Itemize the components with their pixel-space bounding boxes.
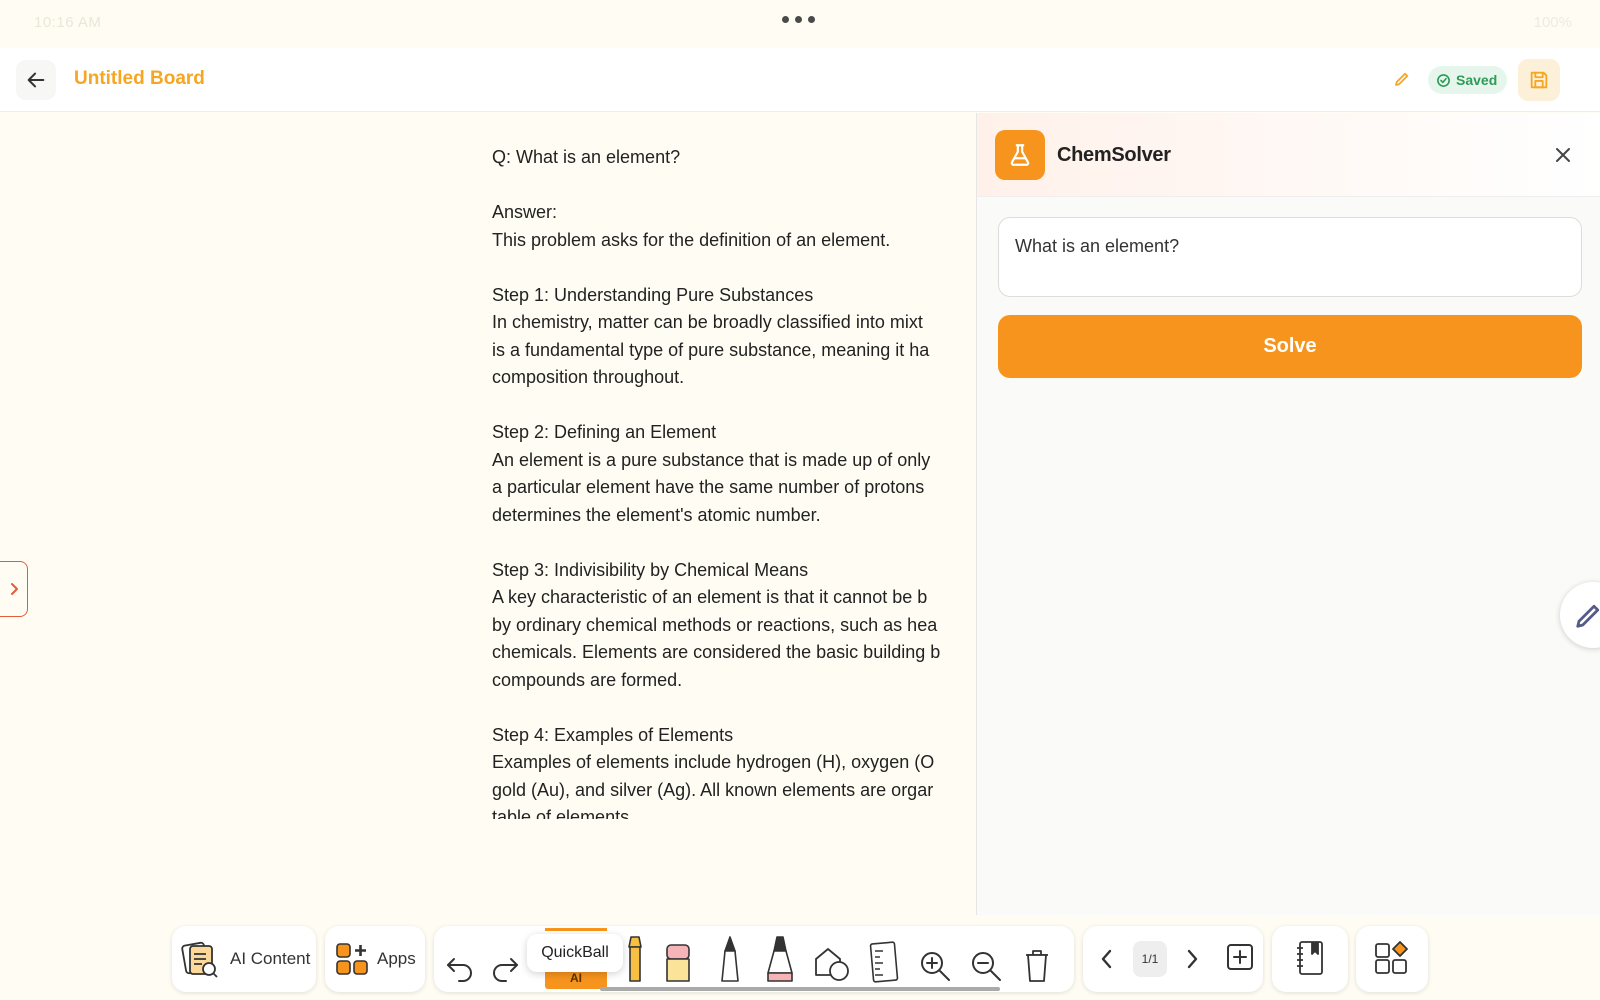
- pen-tool-icon: [721, 936, 739, 982]
- zoom-in-icon: [921, 952, 950, 981]
- answer-line: compounds are formed.: [492, 669, 683, 690]
- pen-icon: [1576, 604, 1600, 628]
- delete-button[interactable]: [1017, 939, 1057, 983]
- back-button[interactable]: [16, 60, 56, 100]
- answer-line: [492, 254, 976, 282]
- ruler-icon: [869, 941, 899, 983]
- answer-line: a particular element have the same numbe…: [492, 477, 925, 497]
- answer-line: [492, 392, 976, 420]
- answer-line: Step 2: Defining an Element: [492, 422, 717, 442]
- toolbar-scrollbar[interactable]: [600, 987, 1000, 991]
- answer-line: Q: What is an element?: [492, 147, 681, 167]
- zoom-out-button[interactable]: [966, 939, 1006, 983]
- panel-header: ChemSolver: [977, 113, 1600, 197]
- answer-line: A key characteristic of an element is th…: [492, 587, 928, 607]
- rename-pencil-icon[interactable]: [1393, 70, 1411, 88]
- trash-icon: [1026, 950, 1048, 982]
- apps-label: Apps: [377, 949, 416, 968]
- chevron-left-icon: [1101, 949, 1112, 969]
- marker-tool[interactable]: [760, 936, 800, 983]
- zoom-in-button[interactable]: [915, 939, 955, 983]
- answer-line: by ordinary chemical methods or reaction…: [492, 614, 938, 635]
- quickball-tooltip: QuickBall: [527, 934, 623, 972]
- undo-icon: [447, 958, 472, 982]
- answer-line: Answer:: [492, 202, 558, 222]
- floppy-disk-icon: [1530, 71, 1548, 89]
- ai-content-button[interactable]: AI Content: [172, 926, 316, 992]
- marker-icon: [767, 936, 793, 982]
- ruler-tool[interactable]: [864, 939, 904, 983]
- status-bar: 10:16 AM 100%: [0, 0, 1600, 48]
- flask-icon: [995, 130, 1045, 180]
- save-button[interactable]: [1518, 59, 1560, 101]
- answer-line: Step 3: Indivisibility by Chemical Means: [492, 559, 809, 580]
- pen-tool[interactable]: [710, 936, 750, 983]
- answer-line: determines the element's atomic number.: [492, 504, 821, 525]
- chemsolver-panel: ChemSolver What is an element? Solve: [976, 113, 1600, 915]
- answer-line: is a fundamental type of pure substance,…: [492, 339, 930, 360]
- previous-page-button[interactable]: [1087, 941, 1127, 977]
- widgets-button[interactable]: [1372, 936, 1412, 980]
- close-icon: [1556, 148, 1570, 162]
- saved-status-badge: Saved: [1428, 66, 1508, 94]
- more-dots-icon[interactable]: [782, 16, 815, 23]
- panel-title: ChemSolver: [1057, 144, 1171, 166]
- answer-line: This problem asks for the definition of …: [492, 229, 891, 250]
- add-page-icon: [1227, 944, 1253, 970]
- apps-grid-icon: [336, 943, 368, 975]
- notebook-icon: [1297, 941, 1323, 975]
- apps-button[interactable]: Apps: [325, 926, 425, 992]
- answer-line: Examples of elements include hydrogen (H…: [492, 752, 935, 772]
- close-panel-button[interactable]: [1551, 143, 1575, 167]
- arrow-left-icon: [27, 72, 45, 88]
- answer-line: table of elements: [492, 807, 630, 819]
- next-page-button[interactable]: [1172, 941, 1212, 977]
- question-input[interactable]: What is an element?: [998, 217, 1582, 297]
- ai-tab-indicator: [545, 928, 607, 931]
- answer-line: gold (Au), and silver (Ag). All known el…: [492, 779, 934, 800]
- chevron-right-icon: [10, 583, 18, 595]
- board-header: Untitled Board Saved: [0, 48, 1600, 112]
- answer-line: Step 4: Examples of Elements: [492, 724, 734, 745]
- answer-line: In chemistry, matter can be broadly clas…: [492, 312, 923, 332]
- board-title[interactable]: Untitled Board: [74, 68, 205, 90]
- answer-line: Step 1: Understanding Pure Substances: [492, 284, 814, 305]
- redo-icon: [493, 958, 518, 982]
- expand-sidebar-button[interactable]: [0, 561, 28, 617]
- shapes-icon: [815, 948, 849, 981]
- widgets-icon: [1375, 941, 1408, 974]
- answer-line: composition throughout.: [492, 367, 685, 387]
- redo-button[interactable]: [485, 939, 525, 983]
- whiteboard-canvas[interactable]: Q: What is an element? Answer: This proble…: [0, 113, 976, 915]
- highlighter-icon: [628, 936, 642, 982]
- answer-text-block: Q: What is an element? Answer: This proble…: [492, 144, 976, 819]
- solve-button[interactable]: Solve: [998, 315, 1582, 378]
- status-time: 10:16 AM: [34, 14, 102, 31]
- chevron-right-page-icon: [1187, 949, 1198, 969]
- answer-line: chemicals. Elements are considered the b…: [492, 642, 941, 662]
- undo-button[interactable]: [440, 939, 480, 983]
- eraser-icon: [666, 944, 690, 982]
- ai-content-icon: [181, 941, 218, 978]
- shapes-tool[interactable]: [812, 939, 852, 983]
- status-battery: 100%: [1533, 14, 1572, 31]
- answer-line: An element is a pure substance that is m…: [492, 449, 931, 470]
- eraser-tool[interactable]: [658, 939, 698, 983]
- page-indicator[interactable]: 1/1: [1133, 941, 1167, 977]
- answer-line: [492, 694, 976, 722]
- notebook-button[interactable]: [1290, 936, 1330, 980]
- answer-line: [492, 529, 976, 557]
- zoom-out-icon: [972, 952, 1001, 981]
- check-circle-icon: [1437, 73, 1450, 87]
- ai-content-label: AI Content: [230, 949, 311, 968]
- answer-line: [492, 172, 976, 200]
- add-page-button[interactable]: [1220, 939, 1260, 975]
- saved-label: Saved: [1456, 72, 1498, 88]
